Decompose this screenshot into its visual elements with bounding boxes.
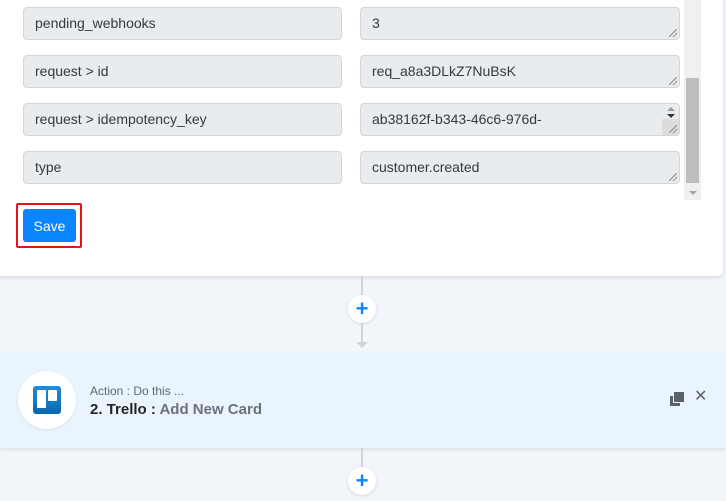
field-key: request > idempotency_key: [23, 103, 342, 136]
field-value-input[interactable]: req_a8a3DLkZ7NuBsK: [360, 55, 680, 88]
scrollbar-thumb[interactable]: [686, 78, 699, 183]
connector-line: [361, 276, 363, 295]
arrow-down-icon: [356, 342, 368, 348]
field-row: request > idempotency_key ab38162f-b343-…: [0, 103, 723, 137]
trello-icon: [33, 386, 61, 414]
action-event: Add New Card: [159, 401, 262, 418]
field-key: request > id: [23, 55, 342, 88]
field-row: pending_webhooks 3: [0, 7, 723, 41]
plus-icon: +: [355, 468, 369, 493]
app-logo: [18, 371, 76, 429]
field-mapping-card: pending_webhooks 3 request > id req_a8a3…: [0, 0, 723, 276]
action-subtitle: Action : Do this ...: [90, 384, 185, 398]
field-value-input[interactable]: ab38162f-b343-46c6-976d-: [360, 103, 680, 136]
scroll-up-icon[interactable]: [667, 107, 675, 111]
fields-scrollbar[interactable]: [684, 0, 701, 200]
field-value-input[interactable]: 3: [360, 7, 680, 40]
plus-icon: +: [355, 296, 369, 321]
connector-line: [361, 323, 363, 342]
field-value-text: req_a8a3DLkZ7NuBsK: [372, 63, 516, 79]
add-step-button[interactable]: +: [348, 295, 376, 323]
add-step-button[interactable]: +: [348, 467, 376, 495]
connector-line: [361, 448, 363, 467]
field-row: request > id req_a8a3DLkZ7NuBsK: [0, 55, 723, 89]
field-key: type: [23, 151, 342, 184]
resize-handle[interactable]: [669, 29, 677, 37]
close-icon[interactable]: ✕: [694, 389, 707, 405]
field-value-input[interactable]: customer.created: [360, 151, 680, 184]
field-key: pending_webhooks: [23, 7, 342, 40]
resize-handle[interactable]: [669, 173, 677, 181]
scroll-down-icon[interactable]: [667, 114, 675, 118]
field-value-text: customer.created: [372, 159, 480, 175]
resize-handle[interactable]: [669, 77, 677, 85]
save-button[interactable]: Save: [23, 209, 76, 242]
copy-icon[interactable]: [670, 392, 685, 407]
field-value-text: 3: [372, 15, 380, 31]
step-label: 2. Trello :: [90, 401, 160, 418]
field-value-text: ab38162f-b343-46c6-976d-: [372, 111, 542, 127]
resize-handle[interactable]: [669, 125, 677, 133]
field-row: type customer.created: [0, 151, 723, 185]
action-step-card[interactable]: Action : Do this ... 2. Trello : Add New…: [0, 352, 726, 448]
scroll-down-arrow-icon[interactable]: [689, 191, 697, 195]
action-title: 2. Trello : Add New Card: [90, 401, 262, 418]
